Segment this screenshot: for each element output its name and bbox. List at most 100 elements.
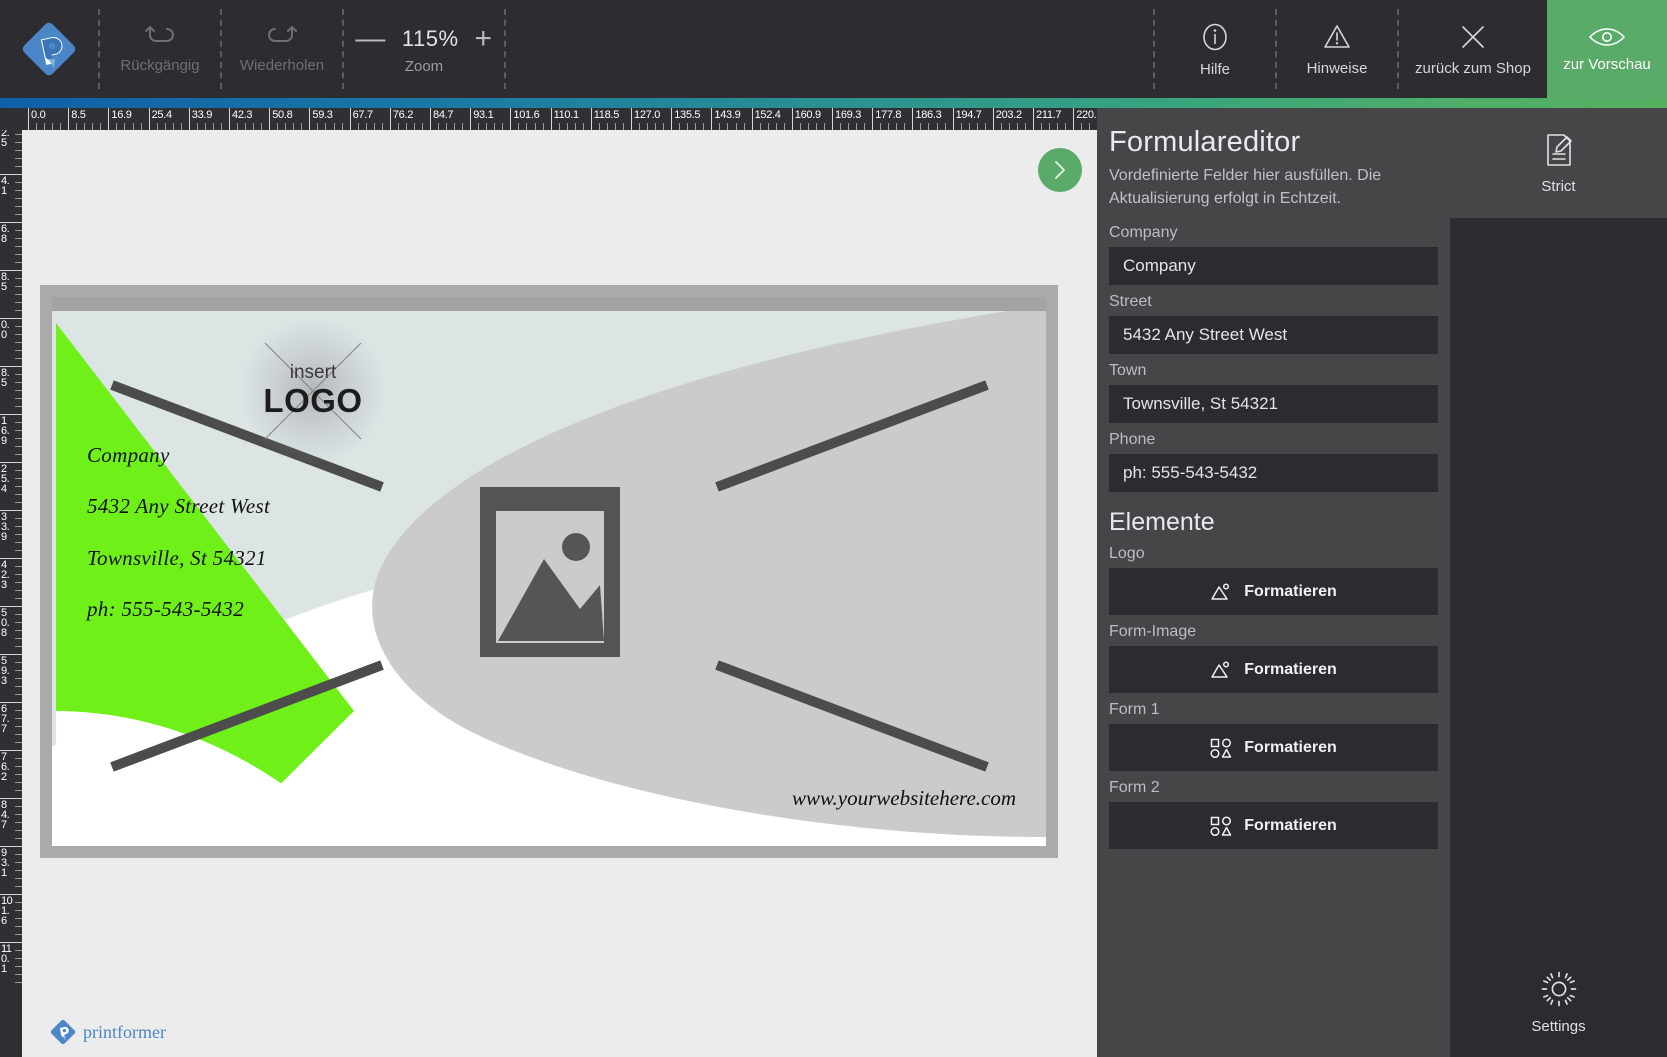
ruler-minor-tick	[15, 886, 22, 887]
format-button-label: Formatieren	[1244, 817, 1336, 835]
ruler-minor-tick	[15, 614, 22, 615]
help-button[interactable]: Hilfe	[1155, 0, 1275, 98]
ruler-tick-label: 194.7	[953, 109, 982, 121]
field-input-town[interactable]	[1109, 385, 1438, 423]
ruler-minor-tick	[800, 123, 801, 130]
eye-icon	[1588, 25, 1626, 49]
ruler-minor-tick	[15, 734, 22, 735]
ruler-tick-label: 127.0	[631, 109, 660, 121]
card-website[interactable]: www.yourwebsitehere.com	[792, 786, 1016, 811]
ruler-minor-tick	[406, 123, 407, 130]
ruler-minor-tick	[663, 123, 664, 130]
ruler-tick-label: 2.5	[1, 128, 13, 148]
ruler-tick-label: 8.5	[68, 109, 85, 121]
format-button-logo[interactable]: Formatieren	[1109, 568, 1438, 615]
vertical-ruler[interactable]: 2.54.16.88.50.08.516.925.433.942.350.859…	[0, 108, 22, 1057]
ruler-minor-tick	[15, 254, 22, 255]
horizontal-ruler[interactable]: 0.08.516.925.433.942.350.859.367.776.284…	[0, 108, 1097, 130]
ruler-minor-tick	[15, 190, 22, 191]
ruler-minor-tick	[15, 430, 22, 431]
card-frame[interactable]: insert LOGO Company 5432 Any Street West…	[40, 285, 1058, 858]
ruler-minor-tick	[15, 918, 22, 919]
format-button-form-2[interactable]: Formatieren	[1109, 802, 1438, 849]
ruler-tick-label: 67.7	[1, 704, 13, 734]
preview-button[interactable]: zur Vorschau	[1547, 0, 1667, 98]
format-button-form-image[interactable]: Formatieren	[1109, 646, 1438, 693]
ruler-minor-tick	[52, 123, 53, 130]
ruler-minor-tick	[15, 790, 22, 791]
ruler-tick-label: 59.3	[1, 656, 13, 686]
ruler-minor-tick	[1001, 123, 1002, 130]
ruler-minor-tick	[277, 123, 278, 130]
ruler-minor-tick	[15, 518, 22, 519]
ruler-minor-tick	[824, 123, 825, 130]
undo-button[interactable]: Rückgängig	[100, 0, 220, 98]
ruler-minor-tick	[736, 123, 737, 130]
toolbar-divider	[98, 9, 100, 89]
ruler-minor-tick	[15, 422, 22, 423]
shapes-icon	[1210, 816, 1232, 836]
ruler-minor-tick	[301, 123, 302, 130]
warning-triangle-icon	[1320, 21, 1354, 53]
ruler-minor-tick	[567, 123, 568, 130]
field-label-town: Town	[1109, 362, 1438, 380]
field-input-phone[interactable]	[1109, 454, 1438, 492]
zoom-in-button[interactable]: +	[475, 24, 493, 54]
ruler-minor-tick	[15, 310, 22, 311]
logo-placeholder[interactable]: insert LOGO	[259, 337, 367, 445]
ruler-minor-tick	[15, 230, 22, 231]
ruler-tick-label: 93.1	[470, 109, 493, 121]
ruler-minor-tick	[904, 123, 905, 130]
ruler-minor-tick	[15, 870, 22, 871]
ruler-minor-tick	[15, 206, 22, 207]
ruler-minor-tick	[462, 123, 463, 130]
ruler-minor-tick	[599, 123, 600, 130]
field-input-company[interactable]	[1109, 247, 1438, 285]
field-label-company: Company	[1109, 224, 1438, 242]
printformer-logo-icon	[50, 1019, 76, 1045]
redo-button[interactable]: Wiederholen	[222, 0, 342, 98]
ruler-minor-tick	[647, 123, 648, 130]
ruler-minor-tick	[181, 123, 182, 130]
canvas-area[interactable]: insert LOGO Company 5432 Any Street West…	[22, 130, 1097, 1057]
ruler-minor-tick	[15, 150, 22, 151]
ruler-tick-label: 33.9	[189, 109, 212, 121]
ruler-tick-label: 0.0	[1, 320, 13, 340]
ruler-minor-tick	[15, 534, 22, 535]
ruler-minor-tick	[197, 123, 198, 130]
ruler-minor-tick	[334, 123, 335, 130]
card-address-block[interactable]: Company 5432 Any Street West Townsville,…	[87, 430, 270, 636]
hints-label: Hinweise	[1307, 60, 1368, 77]
back-to-shop-button[interactable]: zurück zum Shop	[1399, 0, 1547, 98]
ruler-minor-tick	[15, 934, 22, 935]
ruler-minor-tick	[76, 123, 77, 130]
ruler-tick-label: 211.7	[1033, 109, 1061, 121]
ruler-minor-tick	[15, 342, 22, 343]
ruler-tick-label: 67.7	[350, 109, 373, 121]
ruler-minor-tick	[15, 142, 22, 143]
ruler-minor-tick	[221, 123, 222, 130]
ruler-minor-tick	[679, 123, 680, 130]
ruler-minor-tick	[44, 123, 45, 130]
app-logo[interactable]	[0, 0, 98, 98]
ruler-minor-tick	[133, 123, 134, 130]
ruler-minor-tick	[325, 123, 326, 130]
form-editor-panel: Formulareditor Vordefinierte Felder hier…	[1097, 108, 1450, 1057]
rail-item-strict[interactable]: Strict	[1450, 108, 1667, 218]
ruler-minor-tick	[15, 574, 22, 575]
business-card[interactable]: insert LOGO Company 5432 Any Street West…	[52, 297, 1046, 846]
ruler-minor-tick	[607, 123, 608, 130]
next-step-button[interactable]	[1038, 148, 1082, 192]
ruler-minor-tick	[15, 838, 22, 839]
help-label: Hilfe	[1200, 61, 1230, 78]
zoom-out-button[interactable]: —	[355, 24, 386, 54]
format-button-form-1[interactable]: Formatieren	[1109, 724, 1438, 771]
hints-button[interactable]: Hinweise	[1277, 0, 1397, 98]
chevron-right-icon	[1049, 159, 1071, 181]
ruler-minor-tick	[15, 486, 22, 487]
rail-item-settings[interactable]: Settings	[1450, 969, 1667, 1035]
ruler-minor-tick	[15, 566, 22, 567]
field-input-street[interactable]	[1109, 316, 1438, 354]
ruler-minor-tick	[1057, 123, 1058, 130]
ruler-minor-tick	[1065, 123, 1066, 130]
